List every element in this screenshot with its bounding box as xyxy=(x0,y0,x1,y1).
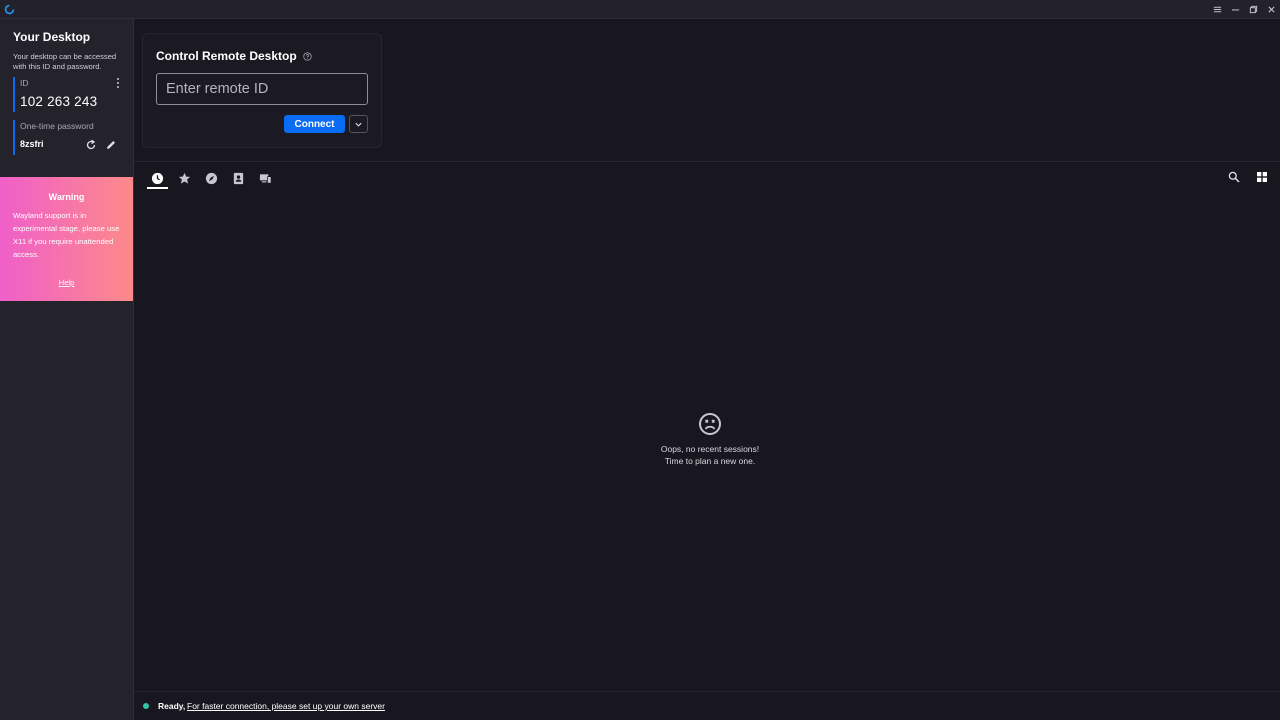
rustdesk-logo-icon xyxy=(4,4,15,15)
your-desktop-description: Your desktop can be accessed with this I… xyxy=(13,52,117,71)
control-remote-card: Control Remote Desktop Connect xyxy=(142,33,382,148)
setup-server-link[interactable]: For faster connection, please set up you… xyxy=(187,701,385,711)
connect-options-dropdown[interactable] xyxy=(349,115,368,133)
status-indicator xyxy=(143,703,149,709)
view-style-button[interactable] xyxy=(1254,169,1270,185)
devices-icon xyxy=(259,173,272,184)
password-label: One-time password xyxy=(20,121,94,131)
tab-devices[interactable] xyxy=(252,167,279,189)
id-label: ID xyxy=(20,78,29,88)
tab-favorites[interactable] xyxy=(171,167,198,189)
main-area: Control Remote Desktop Connect xyxy=(134,19,1280,720)
menu-icon xyxy=(1213,6,1221,13)
sidebar: Your Desktop Your desktop can be accesse… xyxy=(0,19,134,720)
menu-button[interactable] xyxy=(1208,0,1226,19)
compass-icon xyxy=(205,172,218,184)
sad-face-icon xyxy=(699,413,721,435)
search-peers-button[interactable] xyxy=(1226,169,1242,185)
wayland-warning: Warning Wayland support is in experiment… xyxy=(0,177,133,301)
remote-id-input[interactable] xyxy=(156,73,368,105)
minimize-icon xyxy=(1231,9,1239,11)
contacts-icon xyxy=(233,172,244,184)
restore-icon xyxy=(1249,5,1257,14)
empty-state-line-2: Time to plan a new one. xyxy=(664,456,756,466)
connect-button[interactable]: Connect xyxy=(284,115,345,133)
restore-button[interactable] xyxy=(1244,0,1262,19)
edit-password-icon[interactable] xyxy=(105,139,117,151)
close-button[interactable] xyxy=(1262,0,1280,19)
peer-tabs xyxy=(144,167,279,189)
tab-address-book[interactable] xyxy=(225,167,252,189)
control-remote-title: Control Remote Desktop xyxy=(156,49,312,63)
status-ready-text: Ready, xyxy=(158,701,186,711)
tab-discovered[interactable] xyxy=(198,167,225,189)
title-bar xyxy=(0,0,1280,19)
refresh-password-icon[interactable] xyxy=(85,139,97,151)
grid-view-icon xyxy=(1257,172,1267,182)
password-block: One-time password 8zsfri xyxy=(13,120,123,155)
clock-icon xyxy=(151,172,164,184)
warning-title: Warning xyxy=(48,192,85,202)
empty-state: Oops, no recent sessions! Time to plan a… xyxy=(610,412,810,467)
section-divider xyxy=(134,161,1280,162)
control-remote-title-text: Control Remote Desktop xyxy=(156,49,297,63)
search-icon xyxy=(1228,171,1240,183)
your-desktop-title: Your Desktop xyxy=(13,30,91,44)
more-options-icon[interactable] xyxy=(115,77,121,89)
tab-recent-sessions[interactable] xyxy=(144,167,171,189)
id-value[interactable]: 102 263 243 xyxy=(20,94,123,109)
empty-state-line-1: Oops, no recent sessions! xyxy=(660,444,760,454)
help-circle-icon[interactable] xyxy=(303,51,312,61)
status-bar: Ready, For faster connection, please set… xyxy=(134,691,1280,720)
warning-help-link[interactable]: Help xyxy=(0,278,133,287)
minimize-button[interactable] xyxy=(1226,0,1244,19)
close-icon xyxy=(1267,6,1275,13)
star-icon xyxy=(178,172,191,184)
chevron-down-icon xyxy=(355,122,362,127)
id-block: ID 102 263 243 xyxy=(13,77,123,112)
warning-text: Wayland support is in experimental stage… xyxy=(13,211,120,259)
